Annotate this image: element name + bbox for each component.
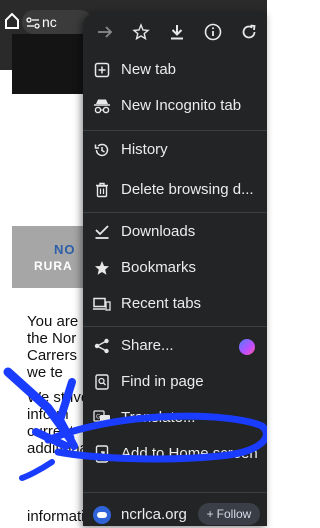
home-icon[interactable] [4, 12, 20, 30]
site-name: ncrlca.org [121, 506, 187, 523]
menu-item-label: New tab [121, 61, 177, 78]
banner-line-2: RURA [34, 259, 73, 273]
recent-tabs-icon [93, 295, 111, 313]
menu-item-label: Downloads [121, 223, 196, 240]
new-tab-icon [93, 61, 111, 79]
menu-item-recent-tabs[interactable]: Recent tabs [83, 286, 267, 322]
menu-item-downloads[interactable]: Downloads [83, 214, 267, 250]
follow-label: Follow [216, 507, 252, 521]
site-favicon-icon [93, 506, 111, 524]
find-in-page-icon [93, 373, 111, 391]
menu-item-new-incognito-tab[interactable]: New Incognito tab [83, 88, 267, 124]
messenger-icon[interactable] [239, 339, 255, 355]
menu-item-translate[interactable]: G Translate... [83, 400, 267, 436]
menu-item-history[interactable]: History [83, 132, 267, 168]
bookmark-star-icon[interactable] [131, 22, 151, 42]
menu-divider [83, 492, 267, 493]
history-icon [93, 141, 111, 159]
svg-text:G: G [96, 414, 101, 421]
menu-item-label: Share... [121, 337, 174, 354]
menu-divider [83, 326, 267, 327]
forward-icon[interactable] [95, 22, 115, 42]
chrome-overflow-menu: New tab New Incognito tab History Delete… [83, 12, 267, 526]
follow-button[interactable]: + Follow [198, 503, 260, 525]
site-follow-row: ncrlca.org + Follow [83, 502, 267, 528]
bookmarks-star-icon [93, 259, 111, 277]
site-settings-icon[interactable] [26, 16, 40, 29]
menu-item-add-to-home-screen[interactable]: Add to Home screen [83, 436, 267, 472]
menu-item-bookmarks[interactable]: Bookmarks [83, 250, 267, 286]
menu-item-label: Delete browsing d... [121, 181, 254, 198]
translate-icon: G [93, 409, 111, 427]
menu-item-share[interactable]: Share... [83, 328, 267, 364]
menu-top-row [83, 12, 267, 52]
menu-item-label: History [121, 141, 168, 158]
follow-plus-icon: + [206, 507, 214, 521]
banner-line-1: NO [54, 242, 76, 257]
menu-divider [83, 212, 267, 213]
url-text: nc [42, 14, 57, 30]
download-icon[interactable] [167, 22, 187, 42]
downloads-icon [93, 223, 111, 241]
menu-item-label: New Incognito tab [121, 97, 242, 114]
menu-item-label: Find in page [121, 373, 204, 390]
menu-item-label: Translate... [121, 409, 196, 426]
menu-item-label: Add to Home screen [121, 445, 258, 462]
menu-item-new-tab[interactable]: New tab [83, 52, 267, 88]
refresh-icon[interactable] [239, 22, 259, 42]
incognito-icon [93, 97, 111, 115]
info-icon[interactable] [203, 22, 223, 42]
menu-divider [83, 130, 267, 131]
trash-icon [93, 181, 111, 199]
menu-item-delete-browsing-data[interactable]: Delete browsing d... [83, 172, 267, 208]
address-bar[interactable]: nc [22, 10, 92, 34]
menu-item-label: Recent tabs [121, 295, 202, 312]
share-icon [93, 337, 111, 355]
menu-item-find-in-page[interactable]: Find in page [83, 364, 267, 400]
add-to-home-icon [93, 445, 111, 463]
menu-item-label: Bookmarks [121, 259, 197, 276]
